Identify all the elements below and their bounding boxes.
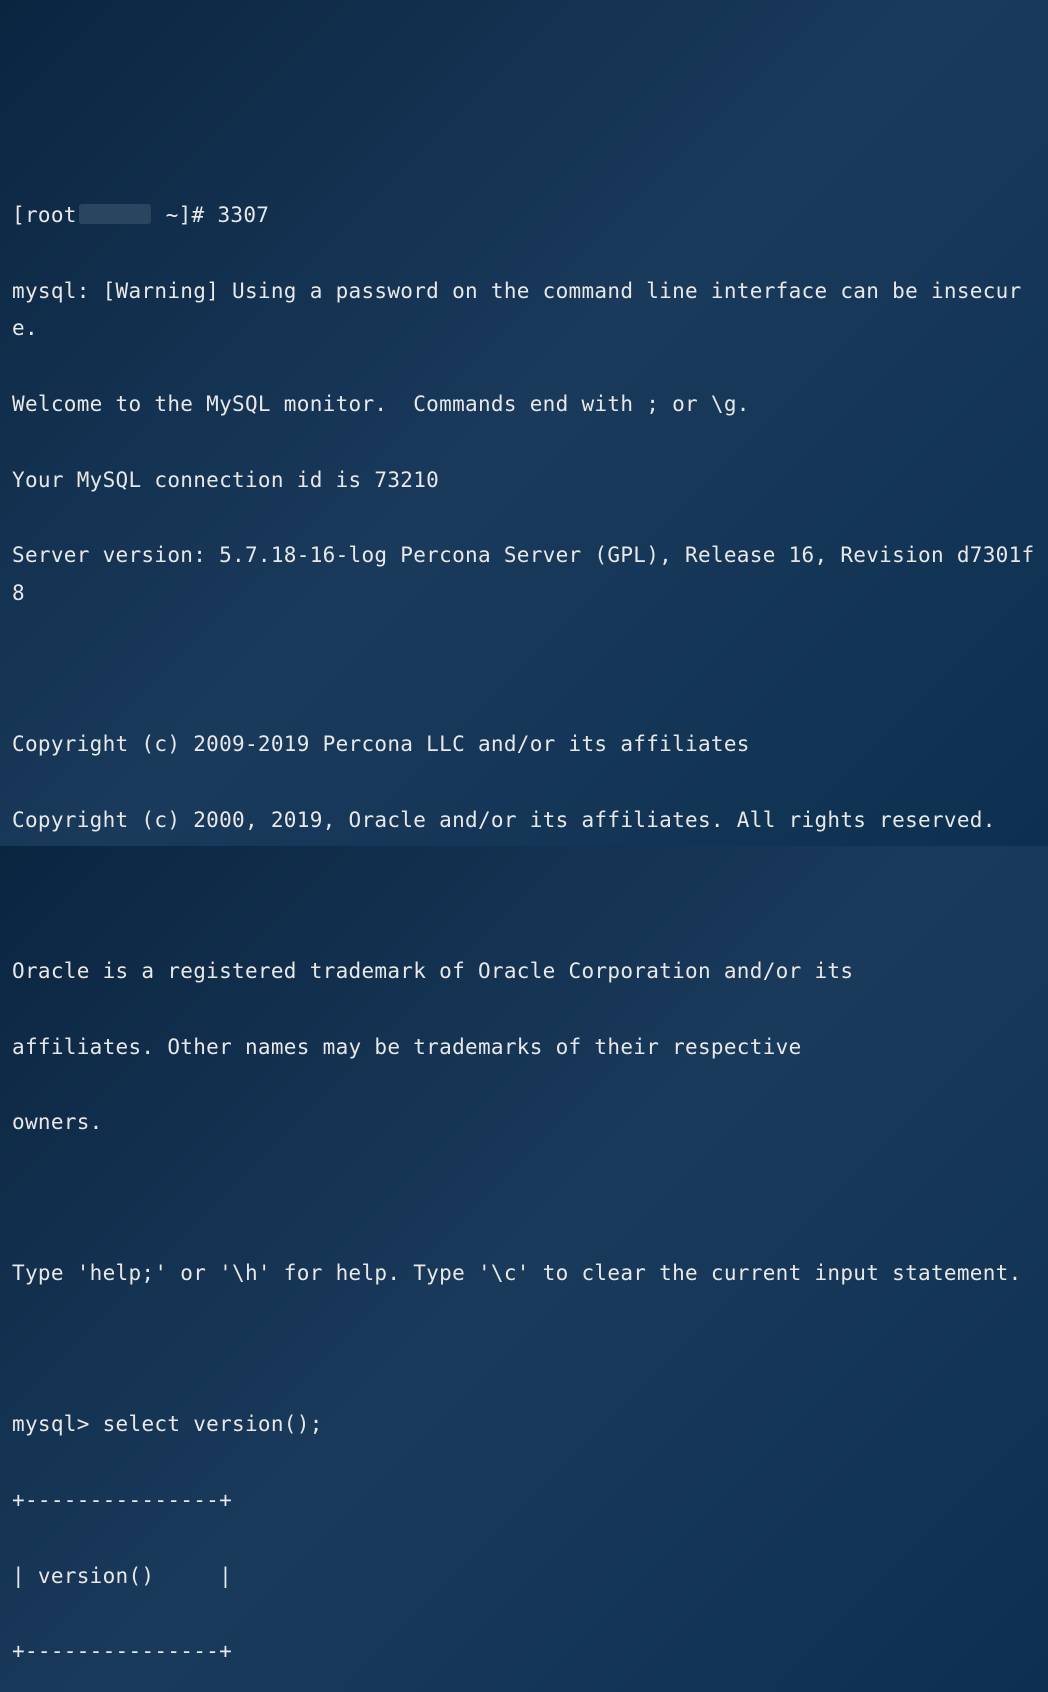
terminal-output[interactable]: [root ~]# 3307 mysql: [Warning] Using a …	[12, 159, 1036, 1692]
mysql-warning: mysql: [Warning] Using a password on the…	[12, 273, 1036, 349]
blank-line	[12, 877, 1036, 915]
copyright-percona: Copyright (c) 2009-2019 Percona LLC and/…	[12, 726, 1036, 764]
command-port: 3307	[217, 203, 269, 227]
trademark-line-1: Oracle is a registered trademark of Orac…	[12, 953, 1036, 991]
shell-prompt-line: [root ~]# 3307	[12, 197, 1036, 235]
table-border-top: +---------------+	[12, 1482, 1036, 1520]
server-version: Server version: 5.7.18-16-log Percona Se…	[12, 537, 1036, 613]
connection-id: Your MySQL connection id is 73210	[12, 462, 1036, 500]
blank-line	[12, 651, 1036, 689]
sql-query: select version();	[103, 1412, 323, 1436]
mysql-welcome: Welcome to the MySQL monitor. Commands e…	[12, 386, 1036, 424]
blank-line	[12, 1180, 1036, 1218]
table-header: | version() |	[12, 1558, 1036, 1596]
blank-line	[12, 1331, 1036, 1369]
mysql-prompt: mysql>	[12, 1412, 103, 1436]
prompt-suffix: ~]#	[153, 203, 218, 227]
table-border-mid: +---------------+	[12, 1633, 1036, 1671]
help-instructions: Type 'help;' or '\h' for help. Type '\c'…	[12, 1255, 1036, 1293]
trademark-line-3: owners.	[12, 1104, 1036, 1142]
copyright-oracle: Copyright (c) 2000, 2019, Oracle and/or …	[12, 802, 1036, 840]
redacted-hostname	[79, 204, 151, 224]
mysql-query-line: mysql> select version();	[12, 1406, 1036, 1444]
trademark-line-2: affiliates. Other names may be trademark…	[12, 1029, 1036, 1067]
prompt-prefix: [root	[12, 203, 77, 227]
